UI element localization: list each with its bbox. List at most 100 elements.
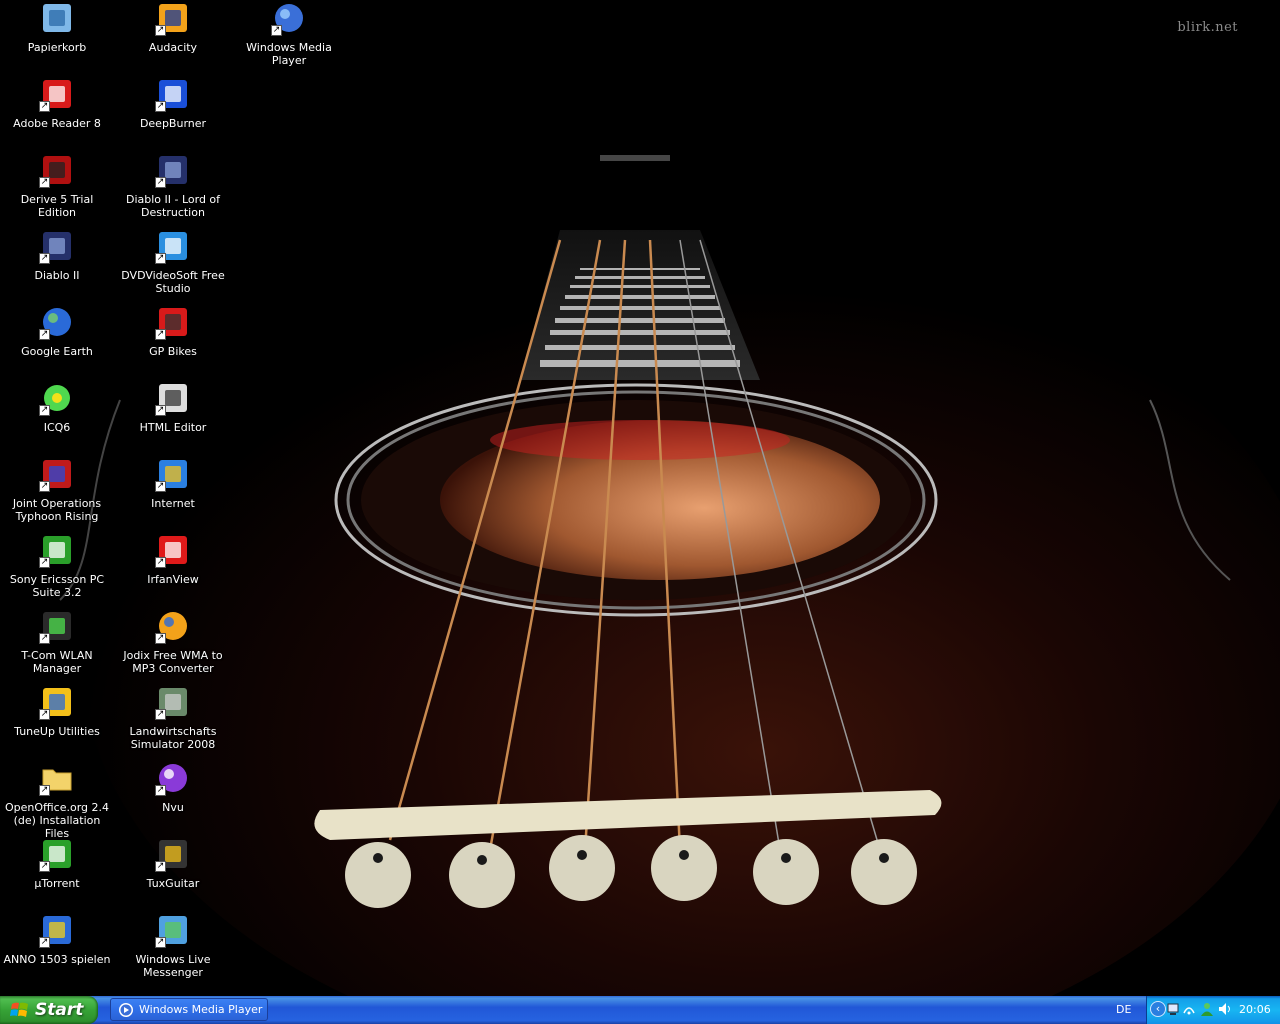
messenger-buddy-icon[interactable]	[1199, 1001, 1215, 1017]
desktop-icon-internet-explorer[interactable]: ↗ Internet	[116, 456, 230, 510]
desktop-icon-label: Internet	[151, 497, 195, 510]
wireless-signal-icon[interactable]	[1181, 1001, 1197, 1017]
desktop-icon-label: Diablo II - Lord of Destruction	[125, 193, 221, 219]
shortcut-arrow-icon: ↗	[155, 329, 166, 340]
desktop-icon-nvu[interactable]: ↗ Nvu	[116, 760, 230, 814]
windows-logo-icon	[10, 1002, 28, 1017]
desktop-icon-label: ICQ6	[43, 421, 71, 434]
taskbar-button-windows-media-player[interactable]: Windows Media Player	[110, 998, 268, 1021]
desktop[interactable]: blirk.net Papierkorb ↗ Audacity ↗ Windows Me…	[0, 0, 1280, 996]
irfanview-icon: ↗	[155, 533, 190, 568]
shortcut-arrow-icon: ↗	[39, 785, 50, 796]
desktop-icon-label: Derive 5 Trial Edition	[20, 193, 94, 219]
recycle-bin-icon	[40, 1, 74, 35]
start-button[interactable]: Start	[0, 996, 98, 1024]
shortcut-arrow-icon: ↗	[155, 405, 166, 416]
folder-icon: ↗	[39, 761, 74, 796]
desktop-icon-jodix[interactable]: ↗ Jodix Free WMA to MP3 Converter	[116, 608, 230, 675]
shortcut-arrow-icon: ↗	[39, 709, 50, 720]
shortcut-arrow-icon: ↗	[155, 785, 166, 796]
desktop-icon-label: GP Bikes	[149, 345, 197, 358]
tuxguitar-icon: ↗	[155, 837, 190, 872]
diablo-icon: ↗	[39, 229, 74, 264]
derive-icon: ↗	[39, 153, 74, 188]
desktop-icon-sony-ericsson[interactable]: ↗ Sony Ericsson PC Suite 3.2	[0, 532, 114, 599]
desktop-icon-windows-media-player[interactable]: ↗ Windows Media Player	[232, 0, 346, 67]
desktop-icon-label: Google Earth	[21, 345, 93, 358]
desktop-icon-utorrent[interactable]: ↗ µTorrent	[0, 836, 114, 890]
shortcut-arrow-icon: ↗	[39, 633, 50, 644]
tray-expand-chevron-icon[interactable]: ‹	[1150, 1001, 1166, 1017]
desktop-icon-label: Sony Ericsson PC Suite 3.2	[9, 573, 105, 599]
desktop-icon-diablo[interactable]: ↗ Diablo II	[0, 228, 114, 282]
clock: 20:06	[1239, 1003, 1271, 1016]
desktop-icon-tuneup[interactable]: ↗ TuneUp Utilities	[0, 684, 114, 738]
desktop-icon-label: Adobe Reader 8	[13, 117, 101, 130]
shortcut-arrow-icon: ↗	[155, 253, 166, 264]
shortcut-arrow-icon: ↗	[155, 709, 166, 720]
desktop-icon-audacity[interactable]: ↗ Audacity	[116, 0, 230, 54]
desktop-icon-label: DVDVideoSoft Free Studio	[121, 269, 225, 295]
shortcut-arrow-icon: ↗	[39, 481, 50, 492]
desktop-icon-label: IrfanView	[147, 573, 199, 586]
taskbar-button-label: Windows Media Player	[139, 1003, 263, 1016]
shortcut-arrow-icon: ↗	[155, 557, 166, 568]
desktop-icon-diablo-lod[interactable]: ↗ Diablo II - Lord of Destruction	[116, 152, 230, 219]
desktop-icon-deepburner[interactable]: ↗ DeepBurner	[116, 76, 230, 130]
dvdvideosoft-icon: ↗	[155, 229, 190, 264]
language-indicator[interactable]: DE	[1116, 1003, 1131, 1016]
anno-icon: ↗	[39, 913, 74, 948]
landwirtschafts-icon: ↗	[155, 685, 190, 720]
messenger-icon: ↗	[155, 913, 190, 948]
windows-media-player-icon: ↗	[271, 1, 306, 36]
google-earth-icon: ↗	[39, 305, 74, 340]
gp-bikes-icon: ↗	[155, 305, 190, 340]
nvu-icon: ↗	[155, 761, 190, 796]
shortcut-arrow-icon: ↗	[155, 937, 166, 948]
desktop-icon-anno[interactable]: ↗ ANNO 1503 spielen	[0, 912, 114, 966]
desktop-icon-label: Diablo II	[34, 269, 80, 282]
sony-ericsson-icon: ↗	[39, 533, 74, 568]
shortcut-arrow-icon: ↗	[155, 481, 166, 492]
shortcut-arrow-icon: ↗	[39, 253, 50, 264]
desktop-icon-irfanview[interactable]: ↗ IrfanView	[116, 532, 230, 586]
desktop-icon-html-editor[interactable]: ↗ HTML Editor	[116, 380, 230, 434]
shortcut-arrow-icon: ↗	[39, 557, 50, 568]
desktop-icon-wlan-manager[interactable]: ↗ T-Com WLAN Manager	[0, 608, 114, 675]
desktop-icon-label: Windows Live Messenger	[135, 953, 211, 979]
audacity-icon: ↗	[155, 1, 190, 36]
desktop-icon-google-earth[interactable]: ↗ Google Earth	[0, 304, 114, 358]
desktop-icon-landwirtschafts[interactable]: ↗ Landwirtschafts Simulator 2008	[116, 684, 230, 751]
deepburner-icon: ↗	[155, 77, 190, 112]
desktop-icon-label: Audacity	[148, 41, 198, 54]
desktop-icon-tuxguitar[interactable]: ↗ TuxGuitar	[116, 836, 230, 890]
desktop-icon-label: Jodix Free WMA to MP3 Converter	[123, 649, 223, 675]
taskbar: Start Windows Media Player DE ‹ 20:06	[0, 996, 1280, 1024]
shortcut-arrow-icon: ↗	[155, 861, 166, 872]
desktop-icon-messenger[interactable]: ↗ Windows Live Messenger	[116, 912, 230, 979]
desktop-icon-dvdvideosoft[interactable]: ↗ DVDVideoSoft Free Studio	[116, 228, 230, 295]
shortcut-arrow-icon: ↗	[39, 937, 50, 948]
shortcut-arrow-icon: ↗	[39, 405, 50, 416]
desktop-icon-label: Windows Media Player	[246, 41, 332, 67]
shortcut-arrow-icon: ↗	[155, 177, 166, 188]
sound-speaker-icon[interactable]	[1217, 1001, 1233, 1017]
shortcut-arrow-icon: ↗	[39, 177, 50, 188]
desktop-icon-adobe-reader[interactable]: ↗ Adobe Reader 8	[0, 76, 114, 130]
desktop-icon-gp-bikes[interactable]: ↗ GP Bikes	[116, 304, 230, 358]
desktop-icon-derive[interactable]: ↗ Derive 5 Trial Edition	[0, 152, 114, 219]
desktop-icon-icq[interactable]: ↗ ICQ6	[0, 380, 114, 434]
desktop-icon-label: Joint Operations Typhoon Rising	[12, 497, 102, 523]
desktop-icon-folder[interactable]: ↗ OpenOffice.org 2.4 (de) Installation Fi…	[0, 760, 114, 840]
system-tray: ‹ 20:06	[1146, 996, 1280, 1024]
shortcut-arrow-icon: ↗	[155, 633, 166, 644]
desktop-icon-label: µTorrent	[34, 877, 80, 890]
joint-operations-icon: ↗	[39, 457, 74, 492]
desktop-icon-label: HTML Editor	[139, 421, 207, 434]
jodix-icon: ↗	[155, 609, 190, 644]
desktop-icon-label: DeepBurner	[139, 117, 207, 130]
windows-media-player-icon	[119, 1002, 133, 1017]
desktop-icon-joint-operations[interactable]: ↗ Joint Operations Typhoon Rising	[0, 456, 114, 523]
wallpaper-watermark: blirk.net	[1177, 20, 1238, 35]
desktop-icon-recycle-bin[interactable]: Papierkorb	[0, 0, 114, 54]
